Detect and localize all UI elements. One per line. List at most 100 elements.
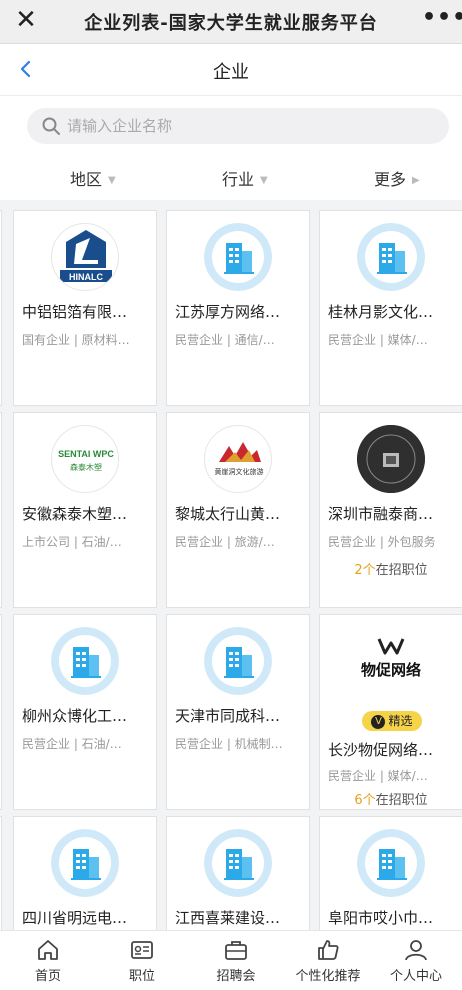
company-tags: 国有企业 | 原材料… <box>22 333 130 347</box>
open-jobs: 2个在招职位 <box>320 559 462 578</box>
tab-recommend-label: 个性化推荐 <box>295 969 361 984</box>
company-name: 安徽森泰木塑… <box>22 505 128 523</box>
window-title: 企业列表-国家大学生就业服务平台 <box>84 13 378 34</box>
company-card[interactable]: 桂林月影文化… 民营企业 | 媒体/… <box>319 210 462 406</box>
tab-job-fair-label: 招聘会 <box>216 969 256 984</box>
building-icon <box>51 829 119 897</box>
partial-card <box>0 412 2 608</box>
company-card[interactable]: 四川省明远电… <box>13 816 157 930</box>
company-name: 桂林月影文化… <box>328 303 434 321</box>
rongtai-logo <box>357 425 425 493</box>
company-name: 江西喜莱建设… <box>175 909 281 927</box>
huangyadong-logo-text: 黄崖洞文化旅游 <box>215 467 264 476</box>
company-tags: 民营企业 | 媒体/… <box>328 333 428 347</box>
thumbs-up-icon <box>318 940 339 960</box>
company-tags: 民营企业 | 外包服务 <box>328 535 436 549</box>
home-icon <box>38 940 58 960</box>
filter-more-label: 更多 <box>374 170 407 189</box>
open-jobs-label: 在招职位 <box>375 563 428 578</box>
filter-bar: 地区 ▼ 行业 ▼ 更多 ▶ <box>0 156 462 200</box>
building-icon <box>204 223 272 291</box>
company-tags: 民营企业 | 通信/… <box>175 333 275 347</box>
open-jobs: 6个在招职位 <box>320 789 462 808</box>
partial-card <box>0 816 2 930</box>
building-icon <box>357 829 425 897</box>
sentai-logo: SENTAI WPC 森泰木塑 <box>51 425 119 493</box>
open-jobs-count: 2个 <box>354 563 376 578</box>
company-tags: 民营企业 | 机械制… <box>175 737 283 751</box>
wucu-logo-text: 物促网络 <box>361 661 421 679</box>
caret-right-icon: ▶ <box>412 175 420 186</box>
tab-job-fair[interactable]: 招聘会 <box>190 935 282 989</box>
id-card-icon <box>131 941 153 959</box>
building-icon <box>51 627 119 695</box>
building-icon <box>357 223 425 291</box>
featured-v-icon: V <box>371 714 386 729</box>
partial-card <box>0 614 2 810</box>
chalco-logo: HINALC <box>51 223 119 291</box>
company-name: 四川省明远电… <box>22 909 128 927</box>
company-name: 黎城太行山黄… <box>175 505 281 523</box>
tab-home[interactable]: 首页 <box>2 935 94 989</box>
company-name: 柳州众博化工… <box>22 707 128 725</box>
sentai-logo-sub: 森泰木塑 <box>70 462 102 472</box>
bottom-tab-bar: 首页 职位 招聘会 个性化推荐 个人中心 <box>0 930 462 990</box>
search-icon <box>42 117 60 135</box>
sentai-logo-text: SENTAI WPC <box>58 449 114 459</box>
filter-region[interactable]: 地区 ▼ <box>70 166 116 190</box>
filter-industry-label: 行业 <box>222 170 255 189</box>
featured-badge-label: 精选 <box>388 714 413 728</box>
company-grid: HINALC 中铝铝箔有限… 国有企业 | 原材料… 江苏厚方网络… 民营企业 … <box>0 205 462 930</box>
company-card[interactable]: 深圳市融泰商… 民营企业 | 外包服务 2个在招职位 <box>319 412 462 608</box>
tab-profile[interactable]: 个人中心 <box>370 935 462 989</box>
company-name: 阜阳市哎小巾… <box>328 909 434 927</box>
company-name: 天津市同成科… <box>175 707 281 725</box>
close-icon[interactable]: ✕ <box>12 6 40 34</box>
partial-card <box>0 210 2 406</box>
svg-text:HINALC: HINALC <box>69 272 103 282</box>
company-tags: 上市公司 | 石油/… <box>22 535 122 549</box>
building-icon <box>204 627 272 695</box>
company-name: 长沙物促网络… <box>328 741 434 759</box>
company-card[interactable]: 江西喜莱建设… <box>166 816 310 930</box>
company-card[interactable]: 江苏厚方网络… 民营企业 | 通信/… <box>166 210 310 406</box>
tab-recommend[interactable]: 个性化推荐 <box>282 935 374 989</box>
building-icon <box>204 829 272 897</box>
company-name: 深圳市融泰商… <box>328 505 434 523</box>
more-icon[interactable]: ••• <box>422 7 462 32</box>
search-input[interactable] <box>67 115 427 137</box>
wucu-logo: 物促网络 <box>357 627 425 695</box>
tab-jobs[interactable]: 职位 <box>96 935 188 989</box>
company-card[interactable]: 柳州众博化工… 民营企业 | 石油/… <box>13 614 157 810</box>
briefcase-icon <box>225 941 247 960</box>
company-card[interactable]: 黄崖洞文化旅游 黎城太行山黄… 民营企业 | 旅游/… <box>166 412 310 608</box>
huangyadong-logo: 黄崖洞文化旅游 <box>204 425 272 493</box>
caret-down-icon: ▼ <box>108 175 116 186</box>
company-name: 中铝铝箔有限… <box>22 303 128 321</box>
tab-home-label: 首页 <box>34 969 61 984</box>
filter-more[interactable]: 更多 ▶ <box>374 166 420 190</box>
company-card[interactable]: 阜阳市哎小巾… <box>319 816 462 930</box>
page-title: 企业 <box>213 62 249 83</box>
company-card[interactable]: SENTAI WPC 森泰木塑 安徽森泰木塑… 上市公司 | 石油/… <box>13 412 157 608</box>
open-jobs-count: 6个 <box>354 793 376 808</box>
navigation-bar: 企业 <box>0 44 462 96</box>
search-section <box>0 96 462 156</box>
company-tags: 民营企业 | 媒体/… <box>328 769 428 783</box>
tab-jobs-label: 职位 <box>128 969 155 984</box>
company-tags: 民营企业 | 石油/… <box>22 737 122 751</box>
company-tags: 民营企业 | 旅游/… <box>175 535 275 549</box>
window-titlebar: ✕ 企业列表-国家大学生就业服务平台 ••• <box>0 0 462 44</box>
search-bar[interactable] <box>27 108 449 144</box>
tab-profile-label: 个人中心 <box>389 969 442 984</box>
filter-region-label: 地区 <box>70 170 103 189</box>
featured-badge: V 精选 <box>362 711 422 731</box>
user-icon <box>405 940 427 961</box>
company-name: 江苏厚方网络… <box>175 303 281 321</box>
company-card[interactable]: 天津市同成科… 民营企业 | 机械制… <box>166 614 310 810</box>
company-card[interactable]: 物促网络 V 精选 长沙物促网络… 民营企业 | 媒体/… 6个在招职位 <box>319 614 462 810</box>
company-card[interactable]: HINALC 中铝铝箔有限… 国有企业 | 原材料… <box>13 210 157 406</box>
open-jobs-label: 在招职位 <box>375 793 428 808</box>
caret-down-icon: ▼ <box>260 175 268 186</box>
filter-industry[interactable]: 行业 ▼ <box>222 166 268 190</box>
